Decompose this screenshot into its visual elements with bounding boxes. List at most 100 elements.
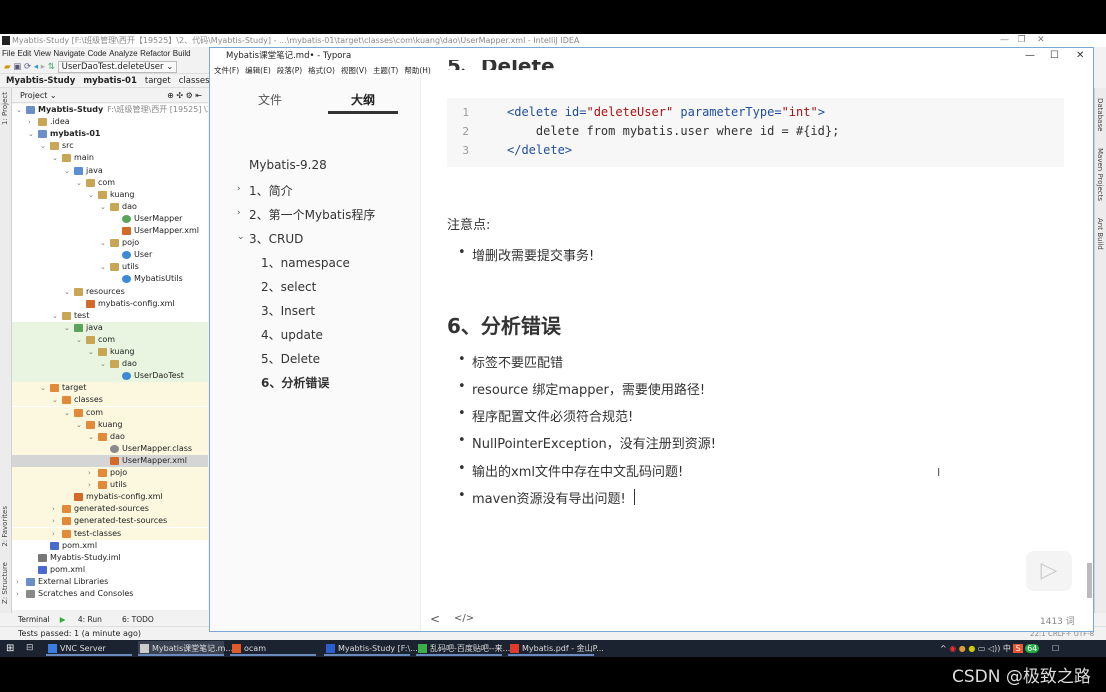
tree-row[interactable]: ⌄ dao: [12, 430, 208, 443]
outline-item[interactable]: 5、Delete: [261, 350, 320, 367]
tree-row[interactable]: UserMapper.xml: [12, 454, 208, 467]
chevron-right-icon[interactable]: ›: [88, 479, 96, 491]
tree-row[interactable]: ⌄ mybatis-01: [12, 128, 208, 140]
chevron-down-icon[interactable]: ⌄: [88, 189, 96, 201]
taskbar-item[interactable]: Myabtis-Study [F:\...: [324, 641, 418, 656]
sidebar-toggle-icon[interactable]: <: [430, 612, 440, 626]
chevron-down-icon[interactable]: ⌄: [64, 407, 72, 419]
menu-analyze[interactable]: Analyze: [109, 49, 137, 58]
forward-icon[interactable]: ▸: [41, 62, 45, 72]
task-view-icon[interactable]: ⊟: [26, 643, 34, 653]
tree-row[interactable]: UserMapper: [12, 213, 208, 225]
maven-tool-tab[interactable]: Maven Projects: [1096, 148, 1104, 201]
tree-row[interactable]: Myabtis-Study.iml: [12, 552, 208, 564]
chevron-right-icon[interactable]: ›: [237, 208, 241, 218]
tree-row[interactable]: UserMapper.class: [12, 442, 208, 455]
panel-actions-icon[interactable]: ⊕ ✣ ⚙ ⇤: [167, 89, 202, 103]
tree-row[interactable]: ⌄ com: [12, 177, 208, 189]
tree-row[interactable]: ⌄ classes: [12, 394, 208, 407]
chevron-down-icon[interactable]: ⌄: [52, 152, 60, 164]
tree-row[interactable]: User: [12, 249, 208, 261]
chevron-down-icon[interactable]: ⌄: [16, 104, 24, 116]
tree-row[interactable]: › pojo: [12, 467, 208, 479]
outline-item[interactable]: 4、update: [261, 326, 323, 343]
tree-row[interactable]: ⌄ kuang: [12, 346, 208, 358]
chevron-right-icon[interactable]: ›: [16, 576, 24, 588]
menu-build[interactable]: Build: [173, 49, 191, 58]
chevron-down-icon[interactable]: ⌄: [100, 358, 108, 370]
tree-row[interactable]: UserDaoTest: [12, 370, 208, 383]
open-icon[interactable]: ▰: [4, 62, 11, 72]
tree-row[interactable]: ⌄ com: [12, 406, 208, 419]
tree-row[interactable]: ⌄ resources: [12, 286, 208, 298]
menu-view-cn[interactable]: 视图(V): [341, 66, 367, 75]
word-count[interactable]: 1413 词: [1040, 614, 1075, 627]
tree-row[interactable]: › utils: [12, 479, 208, 492]
chevron-down-icon[interactable]: ⌄: [76, 334, 84, 346]
menu-format[interactable]: 格式(O): [308, 66, 335, 75]
menu-file[interactable]: File: [2, 49, 15, 58]
tree-row[interactable]: ⌄ kuang: [12, 189, 208, 201]
outline-item[interactable]: 1、简介: [249, 182, 293, 199]
menu-file-cn[interactable]: 文件(F): [214, 66, 239, 75]
tree-row[interactable]: › test-classes: [12, 527, 208, 540]
tree-row[interactable]: MybatisUtils: [12, 273, 208, 285]
tree-row[interactable]: › External Libraries: [12, 576, 208, 588]
chevron-right-icon[interactable]: ›: [16, 588, 24, 600]
project-view-select[interactable]: Project ⌄: [20, 91, 57, 100]
tree-row[interactable]: › generated-test-sources: [12, 515, 208, 528]
chevron-down-icon[interactable]: ⌄: [64, 165, 72, 177]
chevron-down-icon[interactable]: ⌄: [64, 322, 72, 334]
tree-row[interactable]: ⌄ pojo: [12, 237, 208, 249]
code-block[interactable]: 1 2 3 <delete id="deleteUser" parameterT…: [447, 98, 1064, 167]
intellij-window-controls[interactable]: — ❐ ✕: [1000, 34, 1045, 47]
tree-row[interactable]: ⌄ test: [12, 310, 208, 322]
tree-row[interactable]: ⌄ dao: [12, 201, 208, 213]
menu-navigate[interactable]: Navigate: [53, 49, 85, 58]
chevron-down-icon[interactable]: ⌄: [52, 394, 60, 406]
outline-item[interactable]: 3、Insert: [261, 302, 315, 319]
tab-outline[interactable]: 大纲: [351, 91, 375, 108]
chevron-down-icon[interactable]: ⌄: [100, 261, 108, 273]
chevron-down-icon[interactable]: ⌄: [88, 346, 96, 358]
crumb-target[interactable]: target: [145, 76, 171, 86]
run-tab[interactable]: ▶ 4: Run: [60, 615, 112, 624]
taskbar-item[interactable]: Mybatis课堂笔记.m...: [138, 641, 233, 656]
menu-paragraph[interactable]: 段落(P): [277, 66, 302, 75]
favorites-tool-tab[interactable]: 2: Favorites: [1, 506, 9, 547]
menu-view[interactable]: View: [34, 49, 51, 58]
structure-tool-tab[interactable]: Z: Structure: [1, 562, 9, 604]
project-tool-tab[interactable]: 1: Project: [1, 92, 9, 125]
tree-row[interactable]: ⌄ src: [12, 140, 208, 152]
menu-edit-cn[interactable]: 编辑(E): [245, 66, 271, 75]
start-icon[interactable]: ⊞: [6, 643, 14, 654]
chevron-down-icon[interactable]: ⌄: [28, 128, 36, 140]
crumb-classes[interactable]: classes: [179, 76, 210, 86]
chevron-right-icon[interactable]: ›: [237, 184, 241, 194]
source-mode-icon[interactable]: </>: [454, 613, 474, 624]
menu-refactor[interactable]: Refactor: [140, 49, 170, 58]
tree-row[interactable]: mybatis-config.xml: [12, 298, 208, 310]
crumb-project[interactable]: Myabtis-Study: [6, 76, 75, 86]
tree-row[interactable]: ⌄ java: [12, 321, 208, 334]
tree-row[interactable]: pom.xml: [12, 540, 208, 552]
outline-item[interactable]: 1、namespace: [261, 254, 350, 271]
menu-theme[interactable]: 主题(T): [373, 66, 398, 75]
database-tool-tab[interactable]: Database: [1096, 98, 1104, 131]
outline-item[interactable]: 2、第一个Mybatis程序: [249, 206, 375, 223]
taskbar-item[interactable]: Mybatis.pdf - 金山P...: [508, 641, 604, 656]
sync-icon[interactable]: ⟳: [24, 62, 31, 72]
tab-files[interactable]: 文件: [258, 91, 282, 108]
tree-row[interactable]: ⌄ com: [12, 333, 208, 346]
outline-item[interactable]: 3、CRUD: [249, 230, 303, 247]
menu-edit[interactable]: Edit: [17, 49, 31, 58]
tree-row[interactable]: › .idea: [12, 116, 208, 128]
menu-code[interactable]: Code: [87, 49, 106, 58]
run-config-select[interactable]: UserDaoTest.deleteUser ⌄: [57, 61, 178, 73]
chevron-down-icon[interactable]: ⌄: [100, 237, 108, 249]
tree-row[interactable]: ⌄ main: [12, 152, 208, 164]
taskbar-item[interactable]: ocam: [230, 641, 316, 656]
chevron-down-icon[interactable]: ⌄: [64, 286, 72, 298]
tree-row[interactable]: ⌄ target: [12, 382, 208, 395]
tree-row[interactable]: ⌄ Myabtis-StudyF:\班级管理\西开 [19525] \2、代码: [12, 104, 208, 116]
